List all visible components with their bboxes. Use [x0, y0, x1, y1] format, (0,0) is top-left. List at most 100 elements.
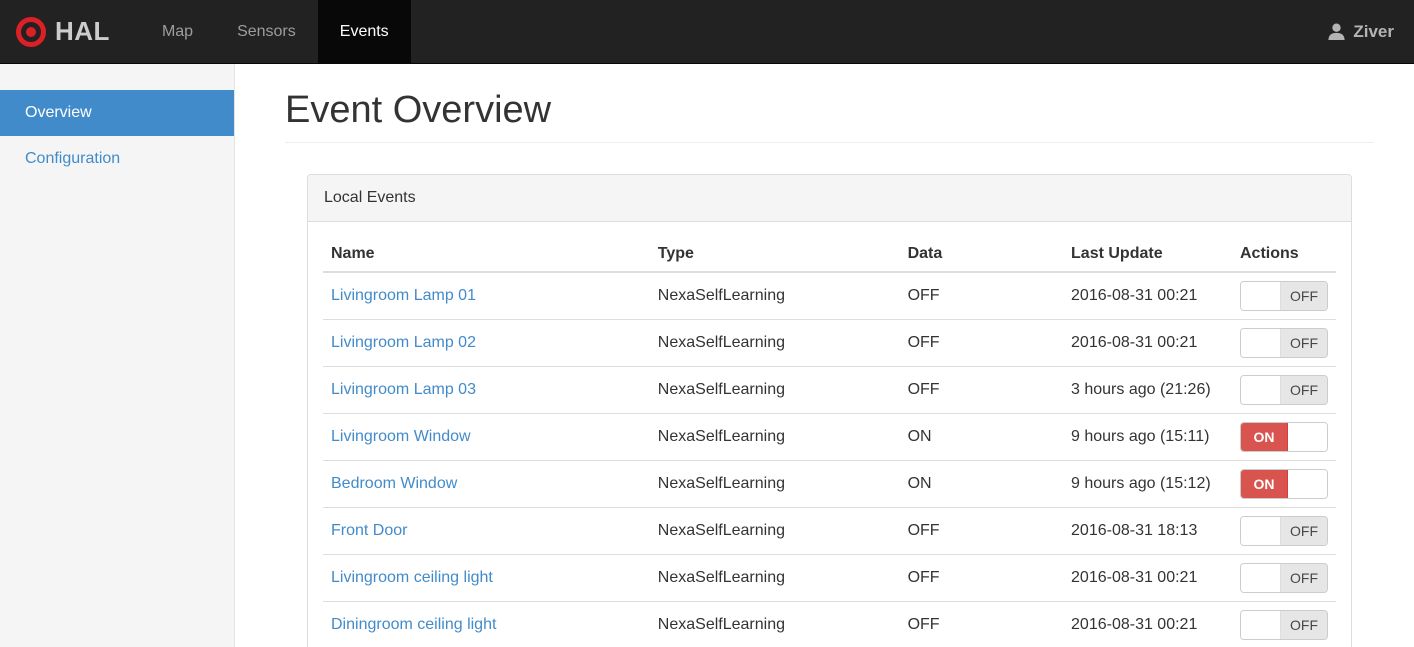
- device-type-cell: NexaSelfLearning: [649, 506, 900, 555]
- nav-item: Sensors: [215, 0, 318, 63]
- device-actions-cell: OFF: [1232, 271, 1336, 320]
- device-link[interactable]: Livingroom Lamp 03: [331, 381, 476, 398]
- device-data-cell: OFF: [899, 365, 1064, 414]
- device-last-update-cell: 2016-08-31 00:21: [1063, 600, 1232, 647]
- sidebar-item-link[interactable]: Configuration: [0, 136, 234, 182]
- local-events-panel: Local Events Name Type Data Last Update …: [307, 173, 1352, 647]
- device-data-cell: OFF: [899, 553, 1064, 602]
- device-actions-cell: OFF: [1232, 553, 1336, 602]
- device-link[interactable]: Front Door: [331, 522, 407, 539]
- nav-item: Map: [140, 0, 215, 63]
- column-header-type: Type: [649, 236, 900, 273]
- device-actions-cell: OFF: [1232, 365, 1336, 414]
- sidebar-nav: Overview Configuration: [0, 90, 234, 182]
- device-type-cell: NexaSelfLearning: [649, 412, 900, 461]
- device-last-update-cell: 2016-08-31 00:21: [1063, 553, 1232, 602]
- device-name-cell: Livingroom Lamp 02: [323, 318, 650, 367]
- toggle-handle: [1241, 610, 1280, 639]
- device-name-cell: Diningroom ceiling light: [323, 600, 650, 647]
- brand[interactable]: HAL: [0, 0, 124, 63]
- device-data-cell: OFF: [899, 506, 1064, 555]
- device-link[interactable]: Diningroom ceiling light: [331, 616, 496, 633]
- table-row: Livingroom Lamp 01 NexaSelfLearning OFF …: [323, 271, 1336, 320]
- device-toggle-switch[interactable]: OFF: [1240, 515, 1328, 546]
- device-toggle-switch[interactable]: OFF: [1240, 562, 1328, 593]
- sidebar-item-link[interactable]: Overview: [0, 90, 234, 136]
- user-icon: [1327, 22, 1346, 41]
- table-row: Livingroom Lamp 03 NexaSelfLearning OFF …: [323, 365, 1336, 414]
- main-content: Event Overview Local Events Name Type Da…: [235, 64, 1414, 647]
- device-toggle-switch[interactable]: OFF: [1240, 327, 1328, 358]
- device-data-cell: OFF: [899, 600, 1064, 647]
- events-table: Name Type Data Last Update Actions Livin…: [323, 236, 1336, 647]
- device-link[interactable]: Livingroom Window: [331, 428, 471, 445]
- toggle-handle: [1241, 375, 1280, 404]
- device-actions-cell: ON: [1232, 459, 1336, 508]
- hal-logo-icon: [16, 16, 46, 47]
- device-link[interactable]: Bedroom Window: [331, 475, 457, 492]
- table-header-row: Name Type Data Last Update Actions: [323, 236, 1336, 273]
- device-name-cell: Front Door: [323, 506, 650, 555]
- device-type-cell: NexaSelfLearning: [649, 318, 900, 367]
- device-data-cell: OFF: [899, 318, 1064, 367]
- table-row: Bedroom Window NexaSelfLearning ON 9 hou…: [323, 459, 1336, 508]
- device-link[interactable]: Livingroom Lamp 02: [331, 334, 476, 351]
- device-toggle-switch[interactable]: ON: [1240, 421, 1328, 452]
- table-row: Livingroom Window NexaSelfLearning ON 9 …: [323, 412, 1336, 461]
- device-last-update-cell: 3 hours ago (21:26): [1063, 365, 1232, 414]
- column-header-last-update: Last Update: [1063, 236, 1232, 273]
- device-type-cell: NexaSelfLearning: [649, 459, 900, 508]
- page-title: Event Overview: [285, 89, 1374, 143]
- device-link[interactable]: Livingroom Lamp 01: [331, 287, 476, 304]
- toggle-state-label: OFF: [1280, 281, 1327, 310]
- device-type-cell: NexaSelfLearning: [649, 553, 900, 602]
- device-link[interactable]: Livingroom ceiling light: [331, 569, 493, 586]
- panel-body: Name Type Data Last Update Actions Livin…: [308, 222, 1351, 647]
- device-toggle-switch[interactable]: OFF: [1240, 280, 1328, 311]
- toggle-state-label: ON: [1241, 422, 1288, 451]
- device-type-cell: NexaSelfLearning: [649, 600, 900, 647]
- nav-item: Events: [317, 0, 411, 63]
- sidebar: Overview Configuration: [0, 64, 235, 647]
- toggle-handle: [1241, 563, 1280, 592]
- toggle-state-label: OFF: [1280, 375, 1327, 404]
- top-navbar: HAL Map Sensors Events Ziver: [0, 0, 1414, 64]
- device-toggle-switch[interactable]: OFF: [1240, 374, 1328, 405]
- sidebar-item: Configuration: [0, 136, 234, 182]
- device-actions-cell: OFF: [1232, 318, 1336, 367]
- device-toggle-switch[interactable]: OFF: [1240, 609, 1328, 640]
- toggle-state-label: OFF: [1280, 516, 1327, 545]
- table-row: Livingroom Lamp 02 NexaSelfLearning OFF …: [323, 318, 1336, 367]
- device-last-update-cell: 2016-08-31 00:21: [1063, 318, 1232, 367]
- device-type-cell: NexaSelfLearning: [649, 365, 900, 414]
- device-name-cell: Livingroom Lamp 03: [323, 365, 650, 414]
- device-actions-cell: OFF: [1232, 600, 1336, 647]
- device-name-cell: Bedroom Window: [323, 459, 650, 508]
- device-toggle-switch[interactable]: ON: [1240, 468, 1328, 499]
- events-table-body: Livingroom Lamp 01 NexaSelfLearning OFF …: [323, 271, 1336, 647]
- device-last-update-cell: 2016-08-31 18:13: [1063, 506, 1232, 555]
- user-menu[interactable]: Ziver: [1327, 0, 1414, 63]
- toggle-handle: [1241, 516, 1280, 545]
- toggle-handle: [1288, 469, 1327, 498]
- nav-item-link[interactable]: Events: [317, 0, 411, 63]
- device-actions-cell: ON: [1232, 412, 1336, 461]
- toggle-state-label: OFF: [1280, 563, 1327, 592]
- toggle-state-label: OFF: [1280, 610, 1327, 639]
- device-name-cell: Livingroom Lamp 01: [323, 271, 650, 320]
- table-row: Front Door NexaSelfLearning OFF 2016-08-…: [323, 506, 1336, 555]
- column-header-actions: Actions: [1232, 236, 1336, 273]
- user-name: Ziver: [1353, 21, 1394, 41]
- nav-item-link[interactable]: Map: [140, 0, 215, 63]
- nav-item-link[interactable]: Sensors: [215, 0, 318, 63]
- device-data-cell: ON: [899, 412, 1064, 461]
- brand-title: HAL: [55, 16, 110, 46]
- table-row: Livingroom ceiling light NexaSelfLearnin…: [323, 553, 1336, 602]
- navbar-spacer: [411, 0, 1328, 63]
- toggle-handle: [1241, 281, 1280, 310]
- device-data-cell: ON: [899, 459, 1064, 508]
- column-header-name: Name: [323, 236, 650, 273]
- device-last-update-cell: 2016-08-31 00:21: [1063, 271, 1232, 320]
- panel-title: Local Events: [308, 174, 1351, 222]
- device-type-cell: NexaSelfLearning: [649, 271, 900, 320]
